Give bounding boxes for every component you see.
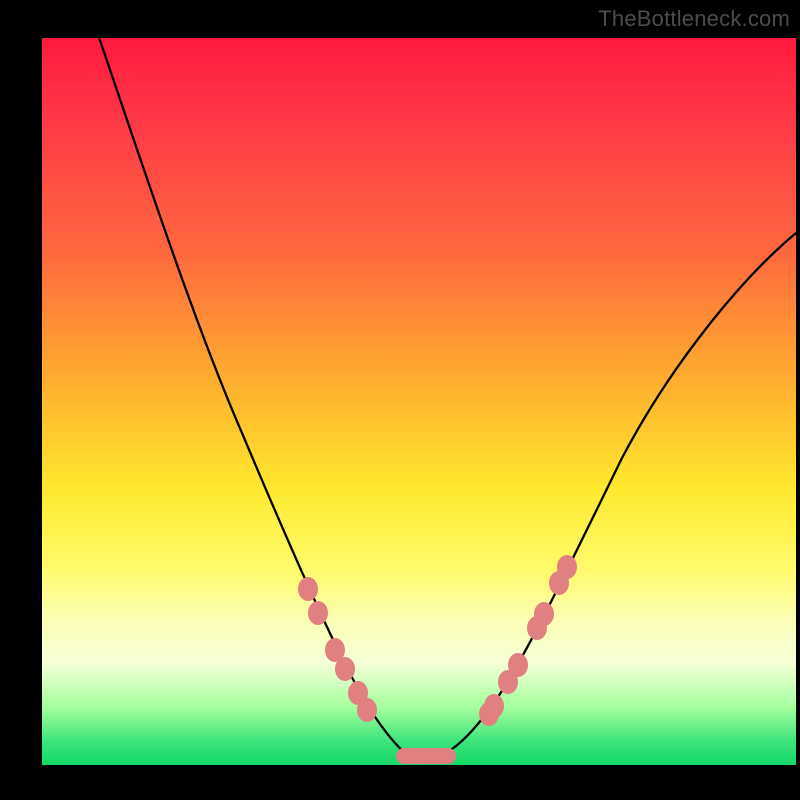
marker-dot bbox=[298, 577, 318, 601]
marker-dot bbox=[308, 601, 328, 625]
chart-frame: TheBottleneck.com bbox=[0, 0, 800, 800]
curve-layer bbox=[42, 38, 796, 765]
valley-marker bbox=[396, 748, 456, 764]
marker-dot bbox=[534, 602, 554, 626]
marker-dot bbox=[508, 653, 528, 677]
plot-area bbox=[42, 38, 796, 765]
bottleneck-curve bbox=[89, 8, 796, 758]
marker-dot bbox=[335, 657, 355, 681]
marker-dot bbox=[357, 698, 377, 722]
watermark-text: TheBottleneck.com bbox=[598, 6, 790, 32]
marker-dot bbox=[557, 555, 577, 579]
marker-dot bbox=[484, 694, 504, 718]
